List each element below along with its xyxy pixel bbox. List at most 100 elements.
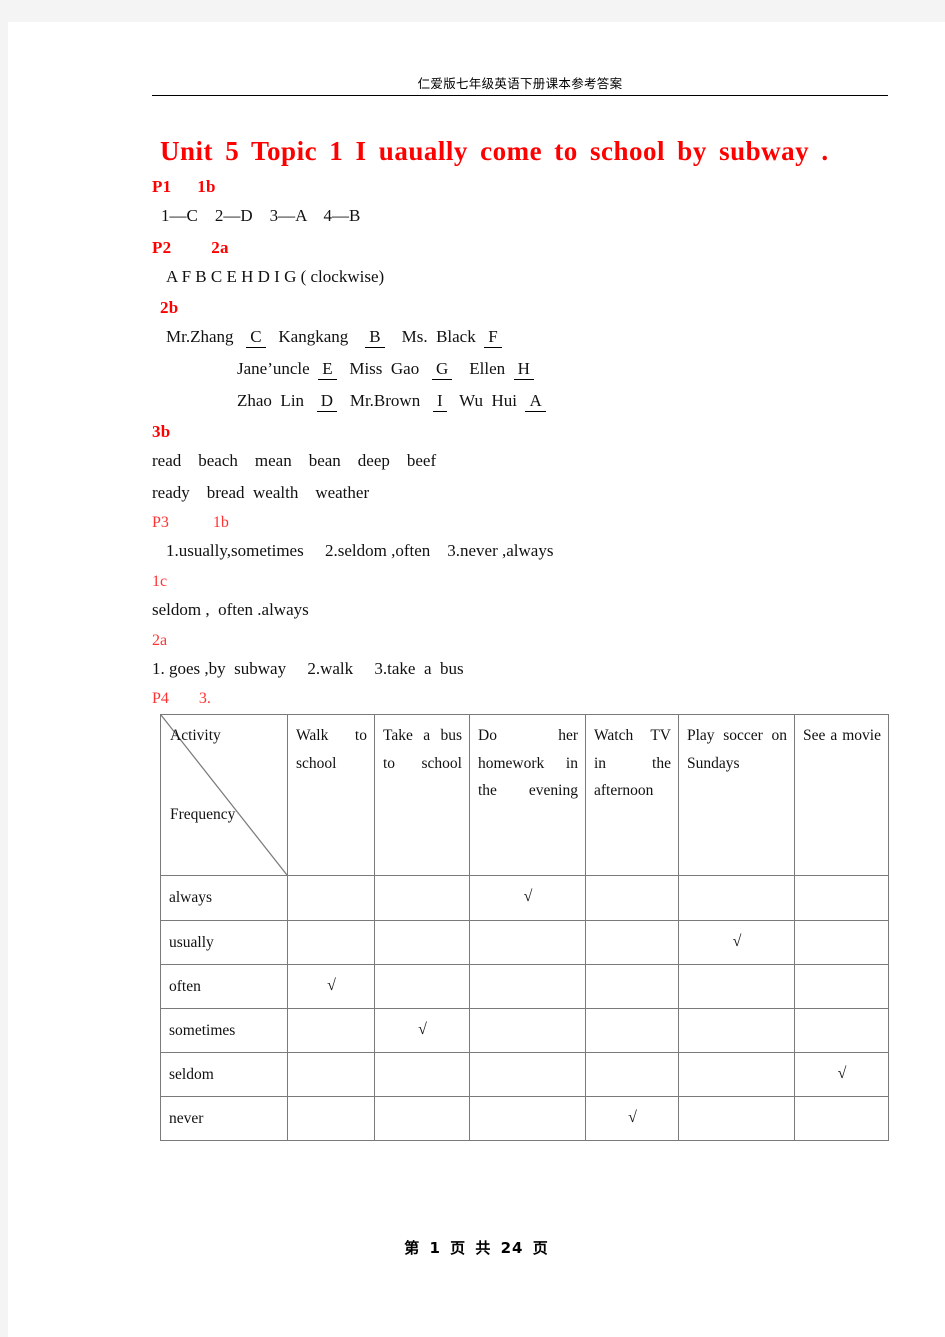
page-marker-p3: P3 [152, 514, 169, 532]
cell-mark [374, 919, 470, 965]
match-name: Wu Hui [459, 390, 517, 410]
cell-mark [585, 1007, 679, 1053]
words-line-2: ready bread wealth weather [152, 482, 370, 502]
cell-mark [794, 1007, 889, 1053]
section-label-p2: P2 2a [152, 238, 888, 258]
column-header: Play soccer on Sundays [678, 714, 795, 877]
cell-mark [469, 1051, 586, 1098]
words-line-1: read beach mean bean deep beef [152, 451, 437, 471]
column-header: Do her homework in the evening [469, 714, 586, 877]
header-rule [152, 95, 888, 96]
column-header: Watch TV in the afternoon [585, 714, 679, 877]
cell-mark [374, 1051, 470, 1098]
cell-mark [469, 919, 586, 965]
cell-mark [585, 875, 679, 921]
cell-mark [794, 919, 889, 965]
match-answer: A [525, 390, 546, 412]
cell-mark [287, 919, 375, 965]
row-label: often [160, 963, 288, 1009]
cell-mark [374, 963, 470, 1009]
match-row-1: Mr.Zhang C Kangkang B Ms. Black F [166, 325, 888, 350]
cell-mark [678, 1051, 795, 1098]
match-answer: G [431, 358, 453, 380]
cell-mark [287, 1007, 375, 1053]
page-marker-p1: P1 [152, 177, 172, 196]
column-header: Walk to school [287, 714, 375, 877]
page-footer: 第 1 页 共 24 页 [404, 1239, 549, 1257]
answer-p3-2a: 1. goes ,by subway 2.walk 3.take a bus [152, 658, 464, 678]
cell-mark: √ [585, 1096, 679, 1142]
item-marker-3: 3. [198, 690, 211, 708]
cell-mark [374, 875, 470, 921]
item-label-2b: 2b [160, 298, 179, 318]
cell-mark: √ [287, 963, 375, 1009]
frequency-table-wrapper: Activity Frequency Walk to school Take a… [160, 714, 889, 1142]
column-header: See a movie [794, 714, 889, 877]
table-row: often √ [160, 963, 889, 1009]
answer-p3-1b: 1.usually,sometimes 2.seldom ,often 3.ne… [166, 541, 554, 561]
section-label-p3: P3 1b [152, 514, 888, 532]
row-label: usually [160, 919, 288, 965]
answer-p2-2a: A F B C E H D I G ( clockwise) [166, 266, 385, 286]
running-header: 仁爱版七年级英语下册课本参考答案 [417, 76, 623, 91]
cell-mark: √ [794, 1051, 889, 1098]
answer-p3-1c: seldom , often .always [152, 600, 309, 620]
frequency-table-body: Activity Frequency Walk to school Take a… [160, 714, 889, 1142]
cell-mark [469, 1096, 586, 1142]
cell-mark [287, 1096, 375, 1142]
cell-mark [287, 875, 375, 921]
item-label-2a: 2a [152, 631, 168, 649]
match-name: Kangkang [278, 327, 349, 347]
match-name: Ellen [469, 358, 506, 378]
item-label-3b: 3b [152, 422, 171, 442]
item-marker-1b: 1b [197, 177, 216, 196]
match-answer: D [316, 390, 338, 412]
match-name: Jane’uncle [237, 358, 310, 378]
row-label: always [160, 875, 288, 921]
cell-mark [585, 963, 679, 1009]
table-row: usually √ [160, 919, 889, 965]
table-row: always √ [160, 875, 889, 921]
cell-mark [678, 1096, 795, 1142]
column-header: Take a bus to school [374, 714, 470, 877]
section-label-p4: P4 3. [152, 690, 888, 708]
answer-p1-1b: 1—C 2—D 3—A 4—B [161, 206, 361, 225]
row-label: seldom [160, 1051, 288, 1098]
cell-mark [678, 875, 795, 921]
match-row-2: Jane’uncle E Miss Gao G Ellen H [237, 357, 888, 382]
cell-mark: √ [469, 875, 586, 921]
cell-mark [794, 963, 889, 1009]
match-answer: E [318, 358, 337, 380]
cell-mark [794, 1096, 889, 1142]
row-label: sometimes [160, 1007, 288, 1053]
table-corner-cell: Activity Frequency [160, 714, 288, 877]
cell-mark: √ [678, 919, 795, 965]
section-label-p1: P1 1b [152, 177, 888, 197]
corner-label-frequency: Frequency [170, 806, 236, 824]
cell-mark [585, 1051, 679, 1098]
document-body: 仁爱版七年级英语下册课本参考答案 Unit 5 Topic 1 I uauall… [152, 76, 889, 1142]
match-name: Miss Gao [349, 358, 420, 378]
match-name: Ms. Black [401, 327, 476, 347]
match-answer: C [246, 327, 266, 349]
cell-mark: √ [374, 1007, 470, 1053]
match-answer: H [513, 358, 534, 380]
cell-mark [794, 875, 889, 921]
table-row: sometimes √ [160, 1007, 889, 1053]
match-name: Mr.Brown [349, 390, 421, 410]
cell-mark [469, 963, 586, 1009]
match-name: Zhao Lin [237, 390, 305, 410]
match-answer: I [432, 390, 447, 412]
cell-mark [678, 1007, 795, 1053]
document-page: 仁爱版七年级英语下册课本参考答案 Unit 5 Topic 1 I uauall… [8, 22, 945, 1337]
item-marker-1b: 1b [212, 514, 229, 532]
cell-mark [678, 963, 795, 1009]
table-row: never √ [160, 1096, 889, 1142]
row-label: never [160, 1096, 288, 1142]
page-marker-p4: P4 [152, 690, 169, 708]
cell-mark [585, 919, 679, 965]
cell-mark [469, 1007, 586, 1053]
page-title: Unit 5 Topic 1 I uaually come to school … [160, 136, 829, 166]
corner-label-activity: Activity [170, 727, 221, 745]
match-row-3: Zhao Lin D Mr.Brown I Wu Hui A [237, 389, 888, 414]
